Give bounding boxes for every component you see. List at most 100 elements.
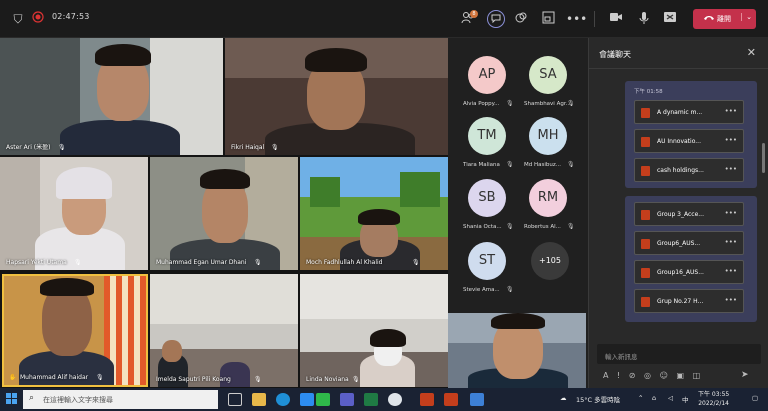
video-tile[interactable]: Fikri Haiqal 🎙︎ [225,38,448,155]
camera-icon[interactable] [608,11,624,27]
windows-start-icon[interactable] [6,393,18,405]
mic-off-icon: 🎙︎ [567,100,575,107]
self-view-video[interactable] [448,313,586,388]
video-tile[interactable]: Moch Fadhlullah Al Khalid 🎙︎ [300,157,448,270]
store-icon[interactable] [300,393,314,406]
powerpoint-icon[interactable] [444,393,458,406]
more-participants-button[interactable]: +105 [531,242,569,280]
avatar: RM [529,179,567,217]
roster-person[interactable]: TM Tiara Maliana 🎙︎ [451,117,514,177]
roster-name: Tiara Maliana [463,162,500,168]
line-icon[interactable] [316,393,330,406]
more-icon[interactable]: ••• [725,238,737,246]
video-tile[interactable]: Aster Ari (米盈) 🎙︎ [0,38,223,155]
mic-icon[interactable] [636,11,652,27]
chevron-down-icon[interactable]: ⌄ [741,13,752,21]
app-icon[interactable] [470,393,484,406]
more-icon[interactable]: ••• [566,11,587,27]
message-input[interactable] [597,347,761,367]
chat-message: 下午 01:58 A dynamic m... ••• AU Innovatio… [625,81,757,188]
excel-icon[interactable] [364,393,378,406]
file-attachment[interactable]: Group 3_Acce... ••• [634,202,744,226]
person-hair [491,313,545,329]
file-attachment[interactable]: Group6_AUS... ••• [634,231,744,255]
video-tile-active[interactable]: ✋ Muhammad Alif haidar 🎙︎ [2,274,148,387]
gif-icon[interactable]: ▣ [676,371,684,380]
more-icon[interactable]: ••• [725,296,737,304]
network-icon[interactable]: ⌂ [652,394,656,402]
file-attachment[interactable]: A dynamic m... ••• [634,100,744,124]
task-view-icon[interactable] [228,393,242,406]
chat-scrollbar[interactable] [762,143,765,173]
file-attachment[interactable]: AU Innovatio... ••• [634,129,744,153]
more-icon[interactable]: ••• [725,136,737,144]
roster-person[interactable]: SA Shambhavi Agr... 🎙︎ [512,56,575,116]
ime-icon[interactable]: 中 [682,394,689,404]
file-attachment[interactable]: Grup No.27 H... ••• [634,289,744,313]
rooms-icon[interactable] [540,11,556,27]
chat-compose-box[interactable] [597,344,761,367]
file-icon [641,268,650,278]
mic-off-icon: 🎙︎ [352,376,360,383]
taskbar-search[interactable]: ⌕ [23,390,218,409]
emoji-icon[interactable]: ☺ [660,371,668,380]
search-input[interactable] [43,390,213,409]
file-attachment[interactable]: Group16_AUS... ••• [634,260,744,284]
chat-icon[interactable] [487,10,505,28]
edge-icon[interactable] [276,393,290,406]
meeting-timer: 02:47:53 [52,12,90,21]
person-hair [95,44,151,66]
roster-person[interactable]: AP Alvia Poppy... 🎙︎ [451,56,514,116]
phone-icon [703,13,715,25]
taskbar-clock[interactable]: 下午 03:55 2022/2/14 [698,390,729,408]
video-tile[interactable]: Linda Noviana 🎙︎ [300,274,448,387]
file-name: Grup No.27 H... [657,298,704,305]
file-icon [641,239,650,249]
roster-name: Stevie Ama... [463,287,500,293]
close-icon[interactable]: ✕ [747,46,756,59]
roster-person[interactable]: SB Shania Octa... 🎙︎ [451,179,514,239]
shield-icon: ⛉ [13,12,23,26]
record-icon[interactable] [30,11,46,27]
share-icon[interactable] [662,11,678,27]
sticker-icon[interactable]: ◫ [693,371,701,380]
chrome-icon[interactable] [388,393,402,406]
roster-person[interactable]: ST Stevie Ama... 🎙︎ [451,242,514,302]
more-icon[interactable]: ••• [725,267,737,275]
teams-icon[interactable] [340,393,354,406]
notifications-icon[interactable]: ▢ [752,394,758,402]
more-icon[interactable]: ••• [725,107,737,115]
weather-text[interactable]: 15°C 多雲時陰 [576,394,620,404]
loop-icon[interactable]: ◎ [644,371,651,380]
video-tile[interactable]: Imelda Saputri Pili Koang 🎙︎ [150,274,298,387]
priority-icon[interactable]: ! [617,371,620,380]
file-icon [641,297,650,307]
reactions-icon[interactable] [513,11,529,27]
file-explorer-icon[interactable] [252,393,266,406]
video-tile[interactable]: Muhammad Egan Umar Dhani 🎙︎ [150,157,298,270]
avatar: SB [468,179,506,217]
person-body [60,120,180,155]
tray-expand-icon[interactable]: ⌃ [638,394,643,402]
file-attachment[interactable]: cash holdings... ••• [634,158,744,182]
volume-icon[interactable]: ◁ [668,394,673,402]
avatar: SA [529,56,567,94]
video-tile[interactable]: Hapsari Yekti Utama 🎙︎ [0,157,148,270]
windows-taskbar: ⌕ ☁ 15°C 多雲時陰 ⌃ ⌂ ◁ 中 下午 03:55 2022/2/14… [0,388,768,411]
divider [594,11,595,27]
mic-off-icon: 🎙︎ [254,376,262,383]
powerpoint-icon[interactable] [420,393,434,406]
mic-off-icon: 🎙︎ [412,259,420,266]
send-icon[interactable]: ➤ [741,370,749,380]
leave-button[interactable]: 離開 ⌄ [693,9,756,29]
attach-icon[interactable]: ⊘ [629,371,636,380]
divider [589,68,768,69]
format-icon[interactable]: A [603,371,608,380]
background-door [0,157,40,270]
roster-person[interactable]: MH Md Hasibuz... 🎙︎ [512,117,575,177]
file-icon [641,137,650,147]
more-icon[interactable]: ••• [725,209,737,217]
more-icon[interactable]: ••• [725,165,737,173]
file-icon [641,210,650,220]
roster-person[interactable]: RM Robertus Al... 🎙︎ [512,179,575,239]
